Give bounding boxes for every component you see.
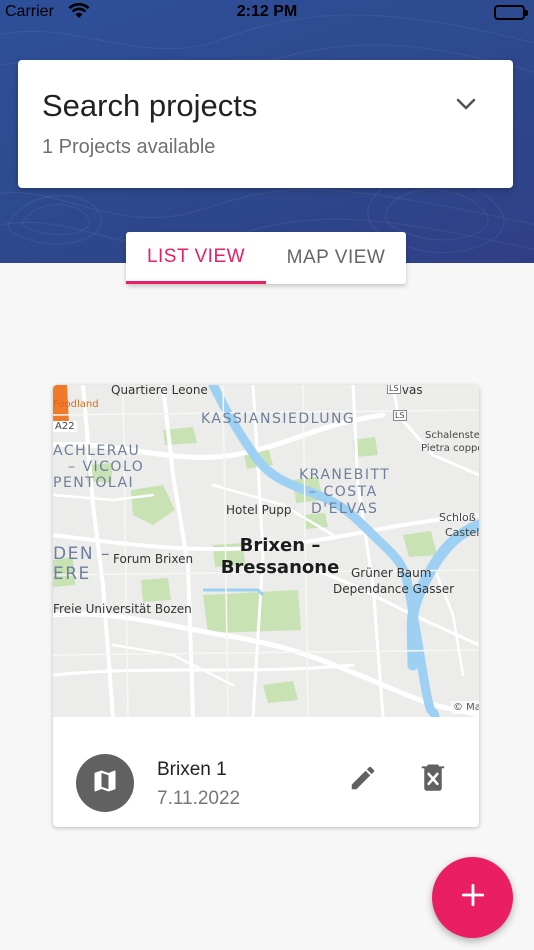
map-label: Dependance Gasser (333, 582, 455, 596)
map-label: KRANEBITT (299, 467, 391, 483)
projects-count: 1 Projects available (42, 136, 216, 158)
status-bar: Carrier 2:12 PM (0, 0, 534, 26)
map-label: LS (387, 385, 401, 394)
map-label: Foodland (53, 399, 99, 410)
map-label: A22 (53, 421, 77, 432)
map-label: KASSIANSIEDLUNG (201, 411, 356, 427)
avatar (76, 754, 134, 812)
map-label: – VICOLO (68, 459, 145, 475)
map-label: ERE (53, 564, 91, 584)
map-label: Castel (445, 526, 479, 539)
map-label: ACHLERAU (53, 443, 141, 459)
map-label: Grüner Baum (351, 566, 432, 580)
clock: 2:12 PM (236, 3, 298, 20)
map-label: D'ELVAS (311, 501, 379, 517)
pencil-icon[interactable] (348, 763, 378, 798)
map-label: Pietra coppel (421, 443, 479, 454)
project-map-preview[interactable]: Quartiere Leone Elvas Foodland A22 LS LS… (53, 385, 479, 717)
search-title: Search projects (42, 88, 258, 123)
chevron-down-icon[interactable] (456, 98, 476, 117)
project-date: 7.11.2022 (157, 788, 241, 809)
project-card[interactable]: Quartiere Leone Elvas Foodland A22 LS LS… (53, 385, 479, 827)
map-icon (91, 767, 119, 800)
map-label: DEN – (53, 544, 111, 564)
map-label: LS (393, 410, 407, 421)
map-label: Freie Universität Bozen (53, 602, 192, 616)
project-name: Brixen 1 (157, 759, 227, 780)
map-label: Brixen – (239, 535, 321, 556)
map-label: – COSTA (309, 484, 378, 500)
tab-map-view[interactable]: MAP VIEW (266, 232, 406, 284)
map-label: Quartiere Leone (111, 385, 208, 397)
search-projects-card[interactable]: Search projects 1 Projects available (18, 60, 513, 188)
map-label: Forum Brixen (113, 552, 194, 566)
add-project-button[interactable] (432, 857, 513, 938)
map-label: Schloß (439, 511, 476, 524)
plus-icon (460, 882, 486, 913)
map-label: Bressanone (220, 557, 340, 578)
delete-icon[interactable] (420, 762, 446, 797)
map-label: Schalenste (425, 430, 479, 441)
map-label: PENTOLAI (53, 475, 135, 491)
tab-list-view[interactable]: LIST VIEW (126, 232, 266, 284)
battery-icon (494, 5, 528, 20)
project-list-item[interactable]: Brixen 1 7.11.2022 (53, 717, 479, 827)
map-attribution[interactable]: © Ma (451, 701, 479, 714)
map-label: Hotel Pupp (226, 503, 292, 517)
view-tabs: LIST VIEW MAP VIEW (126, 232, 406, 284)
